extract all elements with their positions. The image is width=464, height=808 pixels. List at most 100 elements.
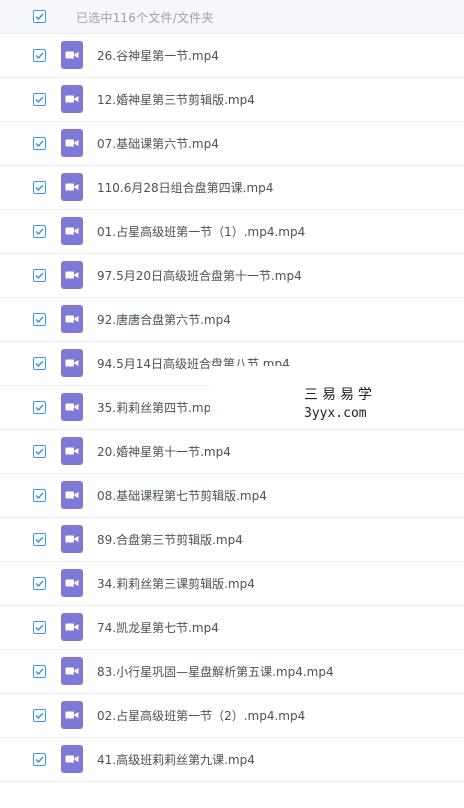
file-name[interactable]: 26.谷神星第一节.mp4 <box>97 47 219 64</box>
file-name[interactable]: 41.高级班莉莉丝第九课.mp4 <box>97 751 255 768</box>
watermark-url: 3yyx.com <box>304 406 367 421</box>
file-row[interactable]: 83.小行星巩固—星盘解析第五课.mp4.mp4 <box>0 650 464 694</box>
file-row[interactable]: 26.谷神星第一节.mp4 <box>0 34 464 78</box>
checkmark-icon <box>35 404 44 412</box>
video-file-icon <box>61 393 83 421</box>
file-checkbox[interactable] <box>33 225 46 238</box>
file-name[interactable]: 34.莉莉丝第三课剪辑版.mp4 <box>97 575 255 592</box>
file-row[interactable]: 07.基础课第六节.mp4 <box>0 122 464 166</box>
video-camera-icon <box>65 183 79 191</box>
file-row[interactable]: 110.6月28日组合盘第四课.mp4 <box>0 166 464 210</box>
file-row[interactable]: 12.婚神星第三节剪辑版.mp4 <box>0 78 464 122</box>
video-file-icon <box>61 657 83 685</box>
checkmark-icon <box>35 96 44 104</box>
video-file-icon <box>61 85 83 113</box>
file-name[interactable]: 35.莉莉丝第四节.mp4 <box>97 399 219 416</box>
file-row[interactable]: 02.占星高级班第一节（2）.mp4.mp4 <box>0 694 464 738</box>
checkmark-icon <box>35 536 44 544</box>
selection-count-text: 已选中116个文件/文件夹 <box>76 11 214 25</box>
checkmark-icon <box>35 448 44 456</box>
video-camera-icon <box>65 95 79 103</box>
file-checkbox[interactable] <box>33 665 46 678</box>
file-name[interactable]: 110.6月28日组合盘第四课.mp4 <box>97 179 273 196</box>
checkmark-icon <box>35 228 44 236</box>
file-name[interactable]: 12.婚神星第三节剪辑版.mp4 <box>97 91 255 108</box>
checkmark-icon <box>35 624 44 632</box>
file-row[interactable]: 74.凯龙星第七节.mp4 <box>0 606 464 650</box>
file-name[interactable]: 89.合盘第三节剪辑版.mp4 <box>97 531 243 548</box>
file-checkbox[interactable] <box>33 269 46 282</box>
video-camera-icon <box>65 51 79 59</box>
file-name[interactable]: 01.占星高级班第一节（1）.mp4.mp4 <box>97 223 305 240</box>
select-all-checkbox[interactable] <box>33 10 46 23</box>
checkmark-icon <box>35 580 44 588</box>
file-row[interactable]: 01.占星高级班第一节（1）.mp4.mp4 <box>0 210 464 254</box>
file-checkbox[interactable] <box>33 577 46 590</box>
video-camera-icon <box>65 623 79 631</box>
video-file-icon <box>61 481 83 509</box>
file-checkbox[interactable] <box>33 49 46 62</box>
file-row[interactable]: 89.合盘第三节剪辑版.mp4 <box>0 518 464 562</box>
file-name[interactable]: 02.占星高级班第一节（2）.mp4.mp4 <box>97 707 305 724</box>
file-row[interactable]: 08.基础课程第七节剪辑版.mp4 <box>0 474 464 518</box>
video-file-icon <box>61 525 83 553</box>
file-checkbox[interactable] <box>33 489 46 502</box>
video-camera-icon <box>65 447 79 455</box>
file-name[interactable]: 08.基础课程第七节剪辑版.mp4 <box>97 487 267 504</box>
video-file-icon <box>61 41 83 69</box>
checkmark-icon <box>35 316 44 324</box>
checkmark-icon <box>35 140 44 148</box>
file-name[interactable]: 97.5月20日高级班合盘第十一节.mp4 <box>97 267 302 284</box>
video-file-icon <box>61 437 83 465</box>
video-camera-icon <box>65 359 79 367</box>
video-camera-icon <box>65 139 79 147</box>
video-camera-icon <box>65 315 79 323</box>
file-checkbox[interactable] <box>33 357 46 370</box>
checkmark-icon <box>35 272 44 280</box>
checkmark-icon <box>35 668 44 676</box>
video-file-icon <box>61 613 83 641</box>
checkmark-icon <box>35 52 44 60</box>
video-camera-icon <box>65 711 79 719</box>
video-camera-icon <box>65 755 79 763</box>
file-checkbox[interactable] <box>33 445 46 458</box>
file-checkbox[interactable] <box>33 313 46 326</box>
video-file-icon <box>61 261 83 289</box>
file-checkbox[interactable] <box>33 137 46 150</box>
video-camera-icon <box>65 535 79 543</box>
video-file-icon <box>61 701 83 729</box>
checkmark-icon <box>35 712 44 720</box>
video-camera-icon <box>65 227 79 235</box>
watermark-overlay: 三易易学 3yyx.com <box>210 366 464 426</box>
file-checkbox[interactable] <box>33 533 46 546</box>
checkmark-icon <box>35 360 44 368</box>
video-file-icon <box>61 569 83 597</box>
watermark-title: 三易易学 <box>304 387 376 403</box>
video-camera-icon <box>65 403 79 411</box>
file-checkbox[interactable] <box>33 181 46 194</box>
file-row[interactable]: 34.莉莉丝第三课剪辑版.mp4 <box>0 562 464 606</box>
video-camera-icon <box>65 667 79 675</box>
video-file-icon <box>61 129 83 157</box>
video-file-icon <box>61 745 83 773</box>
video-camera-icon <box>65 491 79 499</box>
video-file-icon <box>61 349 83 377</box>
file-checkbox[interactable] <box>33 621 46 634</box>
file-name[interactable]: 92.唐唐合盘第六节.mp4 <box>97 311 231 328</box>
video-file-icon <box>61 173 83 201</box>
file-name[interactable]: 07.基础课第六节.mp4 <box>97 135 219 152</box>
checkmark-icon <box>35 13 44 21</box>
file-checkbox[interactable] <box>33 709 46 722</box>
file-name[interactable]: 20.婚神星第十一节.mp4 <box>97 443 231 460</box>
video-file-icon <box>61 305 83 333</box>
file-checkbox[interactable] <box>33 401 46 414</box>
file-checkbox[interactable] <box>33 753 46 766</box>
file-name[interactable]: 83.小行星巩固—星盘解析第五课.mp4.mp4 <box>97 663 334 680</box>
file-checkbox[interactable] <box>33 93 46 106</box>
file-row[interactable]: 20.婚神星第十一节.mp4 <box>0 430 464 474</box>
file-row[interactable]: 97.5月20日高级班合盘第十一节.mp4 <box>0 254 464 298</box>
file-row[interactable]: 92.唐唐合盘第六节.mp4 <box>0 298 464 342</box>
file-name[interactable]: 74.凯龙星第七节.mp4 <box>97 619 219 636</box>
file-row[interactable]: 41.高级班莉莉丝第九课.mp4 <box>0 738 464 782</box>
checkmark-icon <box>35 756 44 764</box>
